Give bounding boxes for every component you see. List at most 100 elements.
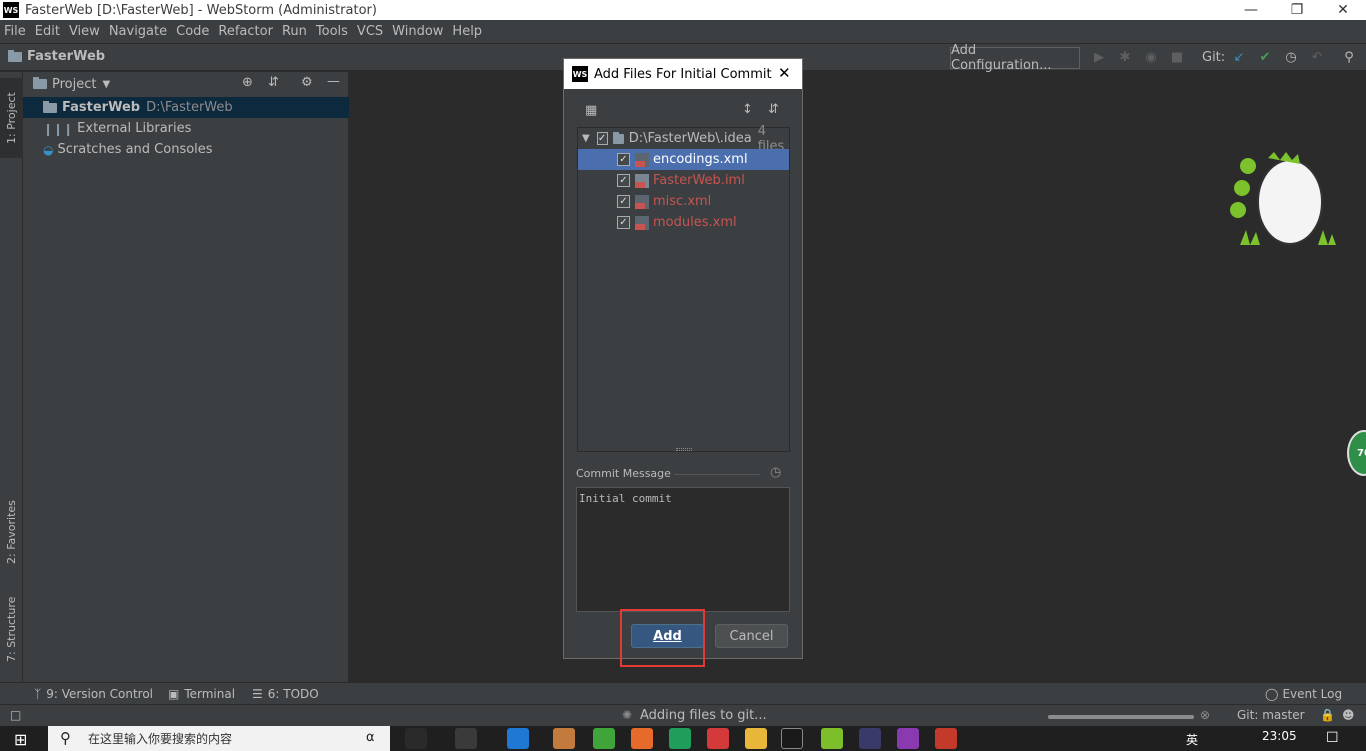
add-files-dialog: WS Add Files For Initial Commit ✕ ▦ ↕ ⇵ … bbox=[563, 58, 803, 659]
file-row[interactable]: ✓ encodings.xml bbox=[578, 149, 789, 170]
edge-browser-icon[interactable] bbox=[507, 728, 529, 749]
tab-todo[interactable]: ☰ 6: TODO bbox=[252, 687, 319, 701]
dialog-title-bar: WS Add Files For Initial Commit ✕ bbox=[564, 59, 802, 89]
tree-item-scratches[interactable]: ◒ Scratches and Consoles bbox=[23, 139, 349, 160]
menu-view[interactable]: View bbox=[69, 24, 100, 39]
firefox-icon[interactable] bbox=[631, 728, 653, 749]
file-row[interactable]: ✓ modules.xml bbox=[578, 212, 789, 233]
expand-arrow-icon[interactable]: ▼ bbox=[582, 133, 590, 144]
xml-file-icon bbox=[635, 194, 649, 209]
commit-message-input[interactable]: Initial commit bbox=[576, 487, 790, 612]
progress-bar bbox=[1048, 715, 1194, 719]
git-commit-icon[interactable]: ✔ bbox=[1257, 49, 1273, 65]
coverage-icon[interactable]: ◉ bbox=[1143, 49, 1159, 65]
progress-text: Adding files to git... bbox=[640, 708, 767, 723]
search-everywhere-icon[interactable]: ⚲ bbox=[1341, 49, 1357, 65]
tree-item-external-libraries[interactable]: ❙❙❙ External Libraries bbox=[23, 118, 349, 139]
wechat-icon[interactable] bbox=[593, 728, 615, 749]
hide-icon[interactable]: — bbox=[327, 74, 340, 89]
history-icon[interactable]: ◷ bbox=[770, 465, 781, 480]
menu-run[interactable]: Run bbox=[282, 24, 307, 39]
tab-version-control[interactable]: ᛉ 9: Version Control bbox=[34, 687, 153, 701]
tab-event-log[interactable]: ◯ Event Log bbox=[1265, 687, 1342, 701]
taskbar-clock[interactable]: 23:05 bbox=[1262, 729, 1297, 743]
file-row[interactable]: ✓ misc.xml bbox=[578, 191, 789, 212]
file-explorer-icon[interactable] bbox=[745, 728, 767, 749]
collapse-all-icon[interactable]: ⇵ bbox=[268, 75, 279, 90]
webstorm-taskbar-icon[interactable] bbox=[781, 728, 803, 749]
floating-badge[interactable]: 70 bbox=[1347, 430, 1366, 476]
task-view-icon[interactable] bbox=[405, 728, 427, 749]
locate-icon[interactable]: ⊕ bbox=[242, 75, 253, 90]
xml-file-icon bbox=[635, 152, 649, 167]
project-view-selector[interactable]: Project bbox=[52, 77, 96, 92]
close-icon[interactable]: ✕ bbox=[778, 64, 791, 82]
restore-button[interactable]: ❐ bbox=[1274, 0, 1320, 20]
app-icon[interactable] bbox=[553, 728, 575, 749]
minimize-button[interactable]: — bbox=[1228, 0, 1274, 20]
git-update-icon[interactable]: ↙ bbox=[1231, 49, 1247, 65]
git-client-icon[interactable] bbox=[935, 728, 957, 749]
stop-icon[interactable]: ■ bbox=[1169, 49, 1185, 65]
git-branch-widget[interactable]: Git: master bbox=[1237, 708, 1305, 722]
tab-structure[interactable]: 7: Structure bbox=[0, 587, 23, 672]
cancel-progress-icon[interactable]: ⊗ bbox=[1200, 708, 1210, 722]
lock-icon[interactable]: 🔒 bbox=[1320, 708, 1335, 722]
tree-item-label: Scratches and Consoles bbox=[57, 142, 213, 157]
cancel-button[interactable]: Cancel bbox=[715, 624, 788, 648]
file-checkbox[interactable]: ✓ bbox=[617, 195, 630, 208]
app-icon[interactable] bbox=[859, 728, 881, 749]
project-panel-header: Project ▼ ⊕ ⇵ ⚙ — bbox=[23, 72, 349, 96]
ime-indicator[interactable]: 英 bbox=[1186, 731, 1198, 748]
menu-navigate[interactable]: Navigate bbox=[109, 24, 167, 39]
tree-item-project-root[interactable]: FasterWeb D:\FasterWeb bbox=[23, 97, 349, 118]
menu-vcs[interactable]: VCS bbox=[357, 24, 383, 39]
file-checkbox[interactable]: ✓ bbox=[617, 174, 630, 187]
close-window-button[interactable]: ✕ bbox=[1320, 0, 1366, 20]
menu-edit[interactable]: Edit bbox=[35, 24, 60, 39]
folder-row[interactable]: ▼ ✓ D:\FasterWeb\.idea 4 files bbox=[578, 124, 789, 154]
file-checkbox[interactable]: ✓ bbox=[617, 216, 630, 229]
debug-icon[interactable]: ✱ bbox=[1117, 49, 1133, 65]
taskbar-search[interactable]: ⚲ 在这里输入你要搜索的内容 ⍺ bbox=[48, 726, 390, 751]
file-checkbox[interactable]: ✓ bbox=[617, 153, 630, 166]
run-icon[interactable]: ▶ bbox=[1091, 49, 1107, 65]
bottom-tool-bar: ᛉ 9: Version Control ▣ Terminal ☰ 6: TOD… bbox=[0, 682, 1366, 704]
collapse-all-icon[interactable]: ⇵ bbox=[768, 102, 779, 117]
menu-help[interactable]: Help bbox=[452, 24, 482, 39]
expand-all-icon[interactable]: ↕ bbox=[742, 102, 753, 117]
gear-icon[interactable]: ⚙ bbox=[301, 75, 313, 90]
file-row[interactable]: ✓ FasterWeb.iml bbox=[578, 170, 789, 191]
add-configuration-button[interactable]: Add Configuration... bbox=[950, 43, 1080, 73]
app-icon[interactable] bbox=[821, 728, 843, 749]
microphone-icon[interactable]: ⍺ bbox=[366, 730, 375, 745]
app-icon[interactable] bbox=[455, 728, 477, 749]
file-name: FasterWeb.iml bbox=[653, 173, 745, 188]
mascot-image bbox=[1230, 152, 1336, 245]
windows-start-icon[interactable]: ⊞ bbox=[14, 730, 27, 749]
menu-code[interactable]: Code bbox=[176, 24, 209, 39]
commit-message-label: Commit Message bbox=[576, 467, 671, 480]
notification-icon[interactable]: ☐ bbox=[1326, 730, 1339, 746]
app-icon[interactable] bbox=[897, 728, 919, 749]
tab-project[interactable]: 1: Project bbox=[0, 78, 23, 158]
tab-favorites[interactable]: 2: Favorites bbox=[0, 492, 23, 572]
splitter-handle[interactable] bbox=[676, 448, 692, 451]
inspector-icon[interactable]: ☻ bbox=[1342, 708, 1355, 722]
tab-terminal[interactable]: ▣ Terminal bbox=[168, 687, 235, 701]
history-icon[interactable]: ◷ bbox=[1283, 49, 1299, 65]
menu-file[interactable]: File bbox=[4, 24, 26, 39]
menu-window[interactable]: Window bbox=[392, 24, 443, 39]
xmind-icon[interactable] bbox=[707, 728, 729, 749]
pycharm-icon[interactable] bbox=[669, 728, 691, 749]
chevron-down-icon[interactable]: ▼ bbox=[102, 79, 110, 90]
menu-refactor[interactable]: Refactor bbox=[218, 24, 273, 39]
breadcrumb[interactable]: FasterWeb bbox=[8, 49, 105, 64]
folder-icon bbox=[33, 77, 47, 89]
tool-windows-icon[interactable]: □ bbox=[10, 708, 21, 722]
folder-icon bbox=[43, 100, 57, 113]
folder-checkbox[interactable]: ✓ bbox=[596, 132, 608, 145]
group-by-icon[interactable]: ▦ bbox=[585, 103, 597, 118]
rollback-icon[interactable]: ↶ bbox=[1309, 49, 1325, 65]
menu-tools[interactable]: Tools bbox=[316, 24, 348, 39]
